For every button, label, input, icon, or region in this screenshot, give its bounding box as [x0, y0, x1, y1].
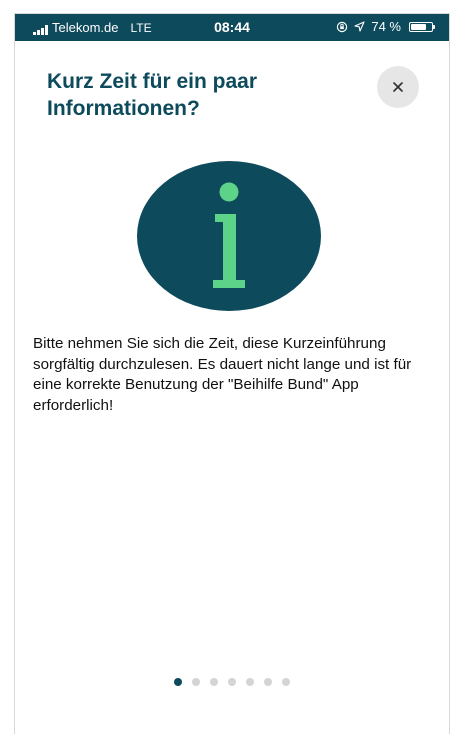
rotation-lock-icon [337, 21, 348, 32]
close-icon [393, 82, 403, 92]
page-dot[interactable] [246, 678, 254, 686]
page-dot[interactable] [228, 678, 236, 686]
page-dot[interactable] [192, 678, 200, 686]
page-dot[interactable] [264, 678, 272, 686]
battery-fill [411, 23, 426, 30]
page-dot[interactable] [174, 678, 182, 686]
close-button[interactable] [377, 66, 419, 108]
page-dot[interactable] [282, 678, 290, 686]
battery-percent: 74 % [371, 19, 401, 34]
status-bar: Telekom.de LTE 08:44 74 % [15, 14, 449, 41]
page-title: Kurz Zeit für ein paar Informationen? [47, 70, 258, 120]
battery-icon [409, 21, 435, 32]
app-screen: Telekom.de LTE 08:44 74 % Kurz Zeit für … [14, 13, 450, 734]
info-icon [137, 161, 321, 311]
location-icon [354, 21, 365, 32]
intro-text: Bitte nehmen Sie sich die Zeit, diese Ku… [33, 335, 412, 414]
page-dot[interactable] [210, 678, 218, 686]
status-bar-right: 74 % [336, 19, 435, 34]
page-indicator [15, 678, 449, 686]
